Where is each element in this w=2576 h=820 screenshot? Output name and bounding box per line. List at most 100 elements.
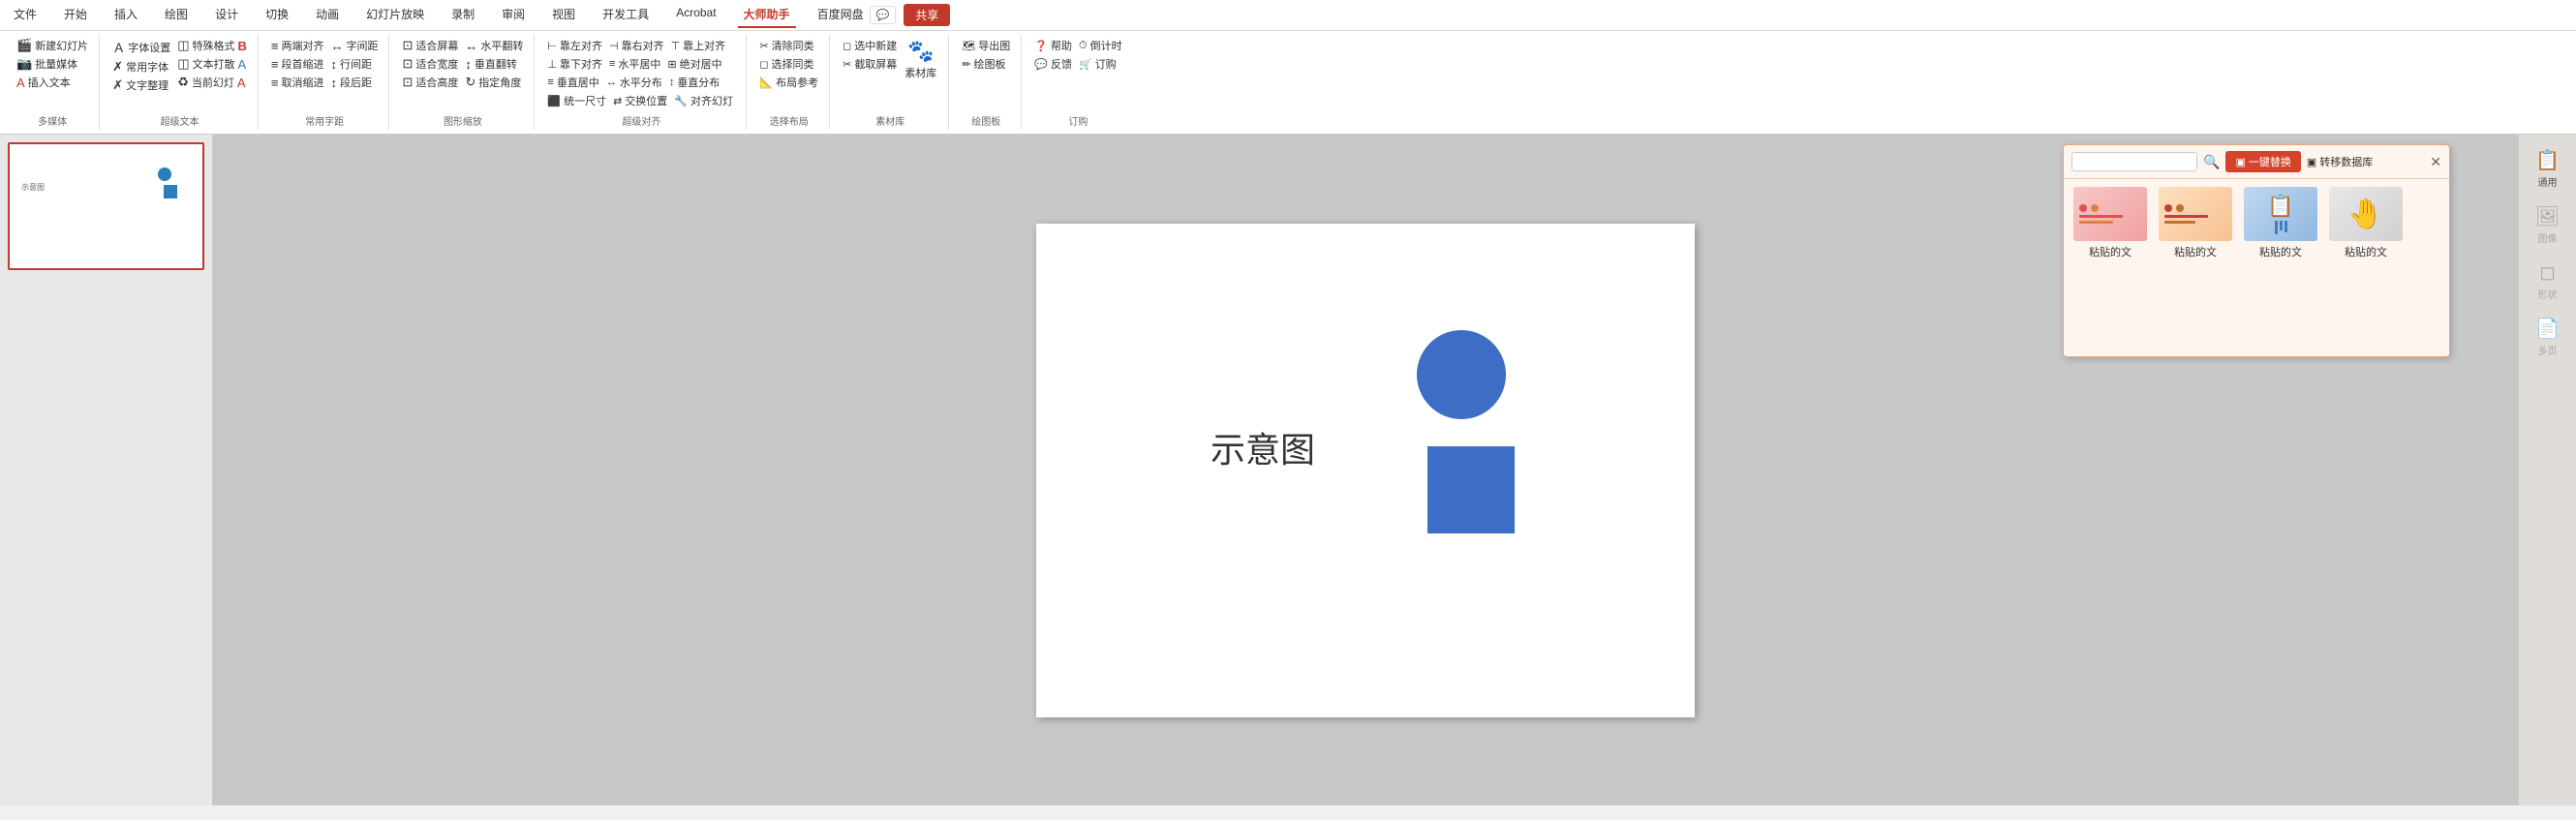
chat-button[interactable]: 💬 <box>870 6 897 24</box>
btn-dist-v[interactable]: ↕垂直分布 <box>666 74 723 91</box>
fp-item-3[interactable]: 📋 粘贴的文 <box>2242 187 2319 259</box>
library-buttons: ◻选中新建 ✂截取屏幕 🐾 素材库 <box>840 37 940 109</box>
menu-devtools[interactable]: 开发工具 <box>597 2 655 28</box>
btn-align-bottom[interactable]: ⊥靠下对齐 <box>544 55 605 73</box>
slide-preview-rect <box>164 185 177 198</box>
btn-line-spacing[interactable]: ↕ 行间距 <box>327 55 381 73</box>
btn-screenshot[interactable]: ✂截取屏幕 <box>840 55 900 73</box>
fp-transfer-button[interactable]: ▣ 转移数据库 <box>2307 154 2373 169</box>
btn-swap-pos[interactable]: ⇄交换位置 <box>610 92 670 109</box>
fp-item-2[interactable]: 粘贴的文 <box>2157 187 2234 259</box>
center-abs-icon: ⊞ <box>667 58 676 71</box>
menu-insert[interactable]: 插入 <box>108 2 143 28</box>
btn-common-font[interactable]: ✗ 常用字体 <box>109 58 173 76</box>
btn-align-slide[interactable]: 🔧对齐幻灯 <box>671 92 736 109</box>
share-button[interactable]: 共享 <box>904 4 950 26</box>
menu-daoshi[interactable]: 大师助手 <box>738 2 796 28</box>
btn-select-same[interactable]: ◻选择同类 <box>756 55 821 73</box>
btn-fit-width[interactable]: ⊡ 适合宽度 <box>399 55 461 73</box>
btn-layout-ref[interactable]: 📐布局参考 <box>756 74 821 91</box>
btn-center-abs[interactable]: ⊞绝对居中 <box>664 55 724 73</box>
menu-view[interactable]: 视图 <box>546 2 581 28</box>
menu-slideshow[interactable]: 幻灯片放映 <box>360 2 430 28</box>
btn-special-format[interactable]: ◫ 特殊格式 B <box>174 37 250 54</box>
menu-draw[interactable]: 绘图 <box>159 2 194 28</box>
sidebar-item-image[interactable]: 🖼 图像 <box>2522 198 2574 251</box>
btn-clear-same[interactable]: ✂清除同类 <box>756 37 821 54</box>
flip-v-icon: ↕ <box>465 57 472 72</box>
menu-switch[interactable]: 切换 <box>260 2 294 28</box>
slide-thumb-1[interactable]: 1 示意图 <box>8 142 204 270</box>
btn-flip-v[interactable]: ↕ 垂直翻转 <box>462 55 526 73</box>
menu-file[interactable]: 文件 <box>8 2 43 28</box>
purchase-label: 订购 <box>1031 109 1124 128</box>
btn-rotate-angle[interactable]: ↻ 指定角度 <box>462 74 526 91</box>
btn-batch-media[interactable]: 📷 批量媒体 <box>14 55 91 73</box>
btn-align-left[interactable]: ⊢靠左对齐 <box>544 37 605 54</box>
replace-label: 一键替换 <box>2249 154 2291 169</box>
rotate-angle-icon: ↻ <box>465 75 475 90</box>
menu-acrobat[interactable]: Acrobat <box>670 2 721 28</box>
btn-fit-screen[interactable]: ⊡ 适合屏幕 <box>399 37 461 54</box>
btn-current-slide[interactable]: ♻ 当前幻灯 A <box>174 74 250 91</box>
btn-insert-text[interactable]: A 插入文本 <box>14 74 91 91</box>
btn-drawboard[interactable]: ✏绘图板 <box>959 55 1013 73</box>
fp-item-label-4: 粘贴的文 <box>2345 244 2387 259</box>
btn-fit-height[interactable]: ⊡ 适合高度 <box>399 74 461 91</box>
line-spacing-icon: ↕ <box>330 57 337 72</box>
btn-justify[interactable]: ≡ 两端对齐 <box>268 37 327 54</box>
flip-h-label: 水平翻转 <box>480 38 523 53</box>
menu-start[interactable]: 开始 <box>58 2 93 28</box>
fp-replace-button[interactable]: ▣ 一键替换 <box>2225 151 2300 172</box>
fit-height-label: 适合高度 <box>415 75 458 90</box>
menu-record[interactable]: 录制 <box>445 2 480 28</box>
btn-purchase[interactable]: 🛒订购 <box>1076 55 1125 73</box>
fp-item-label-2: 粘贴的文 <box>2174 244 2217 259</box>
current-slide-label: 当前幻灯 <box>192 75 234 90</box>
btn-dist-h[interactable]: ↔水平分布 <box>603 74 665 91</box>
sidebar-item-multipage[interactable]: 📄 多页 <box>2522 311 2574 363</box>
sidebar-item-general[interactable]: 📋 通用 <box>2522 142 2574 195</box>
slide-preview: 示意图 <box>14 148 199 264</box>
btn-flip-h[interactable]: ↔ 水平翻转 <box>462 37 526 54</box>
btn-material-library[interactable]: 🐾 素材库 <box>901 37 940 82</box>
btn-help[interactable]: ❓帮助 <box>1031 37 1075 54</box>
sidebar-item-shape[interactable]: ◻ 形状 <box>2522 255 2574 307</box>
shape-icon: ◻ <box>2539 260 2556 285</box>
fp-close-button[interactable]: ✕ <box>2430 154 2441 170</box>
multipage-label: 多页 <box>2538 343 2558 357</box>
slide-preview-circle <box>158 167 171 181</box>
menu-baidu[interactable]: 百度网盘 <box>812 2 870 28</box>
btn-char-spacing[interactable]: ↔ 字间距 <box>327 37 381 54</box>
btn-text-scatter[interactable]: ◫ 文本打散 A <box>174 55 250 73</box>
btn-text-arrange[interactable]: ✗ 文字整理 <box>109 76 173 94</box>
btn-export-img[interactable]: 🗺导出图 <box>959 37 1013 54</box>
btn-countdown[interactable]: ⏱倒计时 <box>1076 37 1125 54</box>
scale-buttons: ⊡ 适合屏幕 ⊡ 适合宽度 ⊡ 适合高度 ↔ 水平翻转 <box>399 37 526 109</box>
text-scatter-icon: ◫ <box>177 56 189 72</box>
btn-para-spacing[interactable]: ↕ 段后距 <box>327 74 381 91</box>
btn-indent[interactable]: ≡ 段首缩进 <box>268 55 327 73</box>
fp-item-4[interactable]: 🤚 粘贴的文 <box>2327 187 2405 259</box>
btn-new-slide[interactable]: 🎬 新建幻灯片 <box>14 37 91 54</box>
btn-font-setting[interactable]: Ａ 字体设置 <box>109 37 173 57</box>
btn-feedback[interactable]: 💬反馈 <box>1031 55 1075 73</box>
menu-review[interactable]: 审阅 <box>496 2 531 28</box>
fp-item-1[interactable]: 粘贴的文 <box>2071 187 2149 259</box>
btn-center-h[interactable]: ≡水平居中 <box>606 55 663 73</box>
btn-align-top[interactable]: ⊤靠上对齐 <box>668 37 729 54</box>
menu-animate[interactable]: 动画 <box>310 2 345 28</box>
align-bottom-icon: ⊥ <box>547 58 557 71</box>
btn-no-indent[interactable]: ≡ 取消缩进 <box>268 74 327 91</box>
center-v-icon: ≡ <box>547 76 553 88</box>
btn-unify-size[interactable]: ⬛统一尺寸 <box>544 92 609 109</box>
btn-align-right[interactable]: ⊣靠右对齐 <box>606 37 667 54</box>
ribbon: 🎬 新建幻灯片 📷 批量媒体 A 插入文本 多媒体 <box>0 31 2576 135</box>
slide-canvas[interactable]: 示意图 <box>1036 224 1695 717</box>
btn-new-from-selected[interactable]: ◻选中新建 <box>840 37 900 54</box>
btn-center-v[interactable]: ≡垂直居中 <box>544 74 601 91</box>
fp-search-input[interactable] <box>2071 152 2197 171</box>
menu-design[interactable]: 设计 <box>209 2 244 28</box>
fp-search-icon[interactable]: 🔍 <box>2203 154 2220 170</box>
supertext-col1: Ａ 字体设置 ✗ 常用字体 ✗ 文字整理 <box>109 37 173 94</box>
